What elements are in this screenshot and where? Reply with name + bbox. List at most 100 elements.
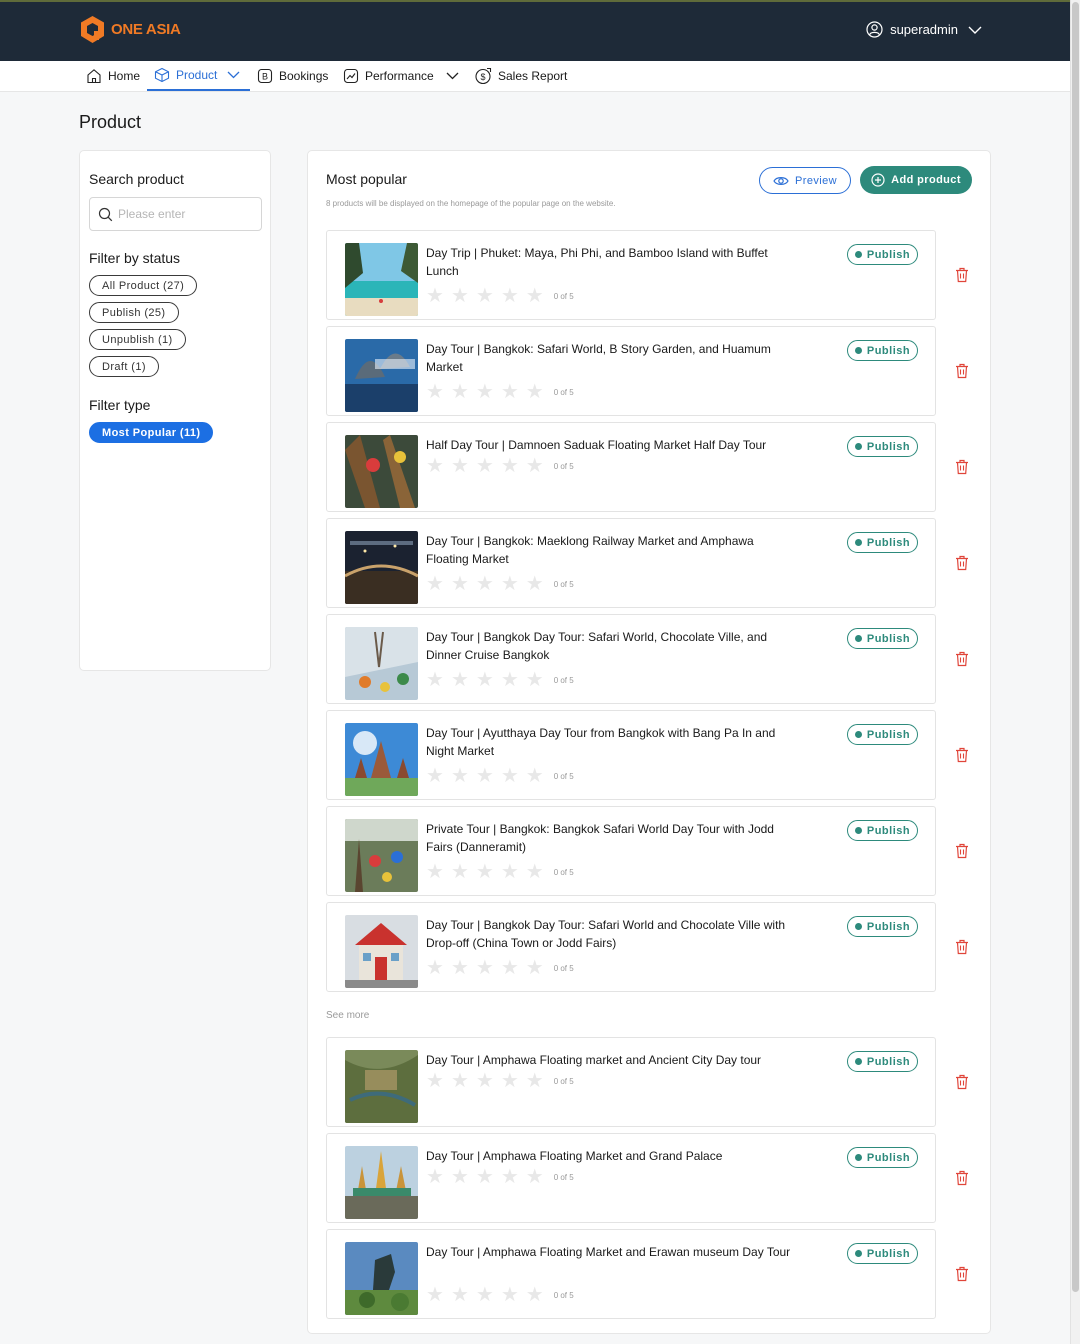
star-icon: ★ — [426, 381, 444, 403]
nav-bookings-label: Bookings — [279, 69, 329, 83]
product-rating: ★ ★ ★ ★ ★ 0 of 5 — [426, 574, 574, 594]
status-label: Publish — [866, 1055, 911, 1068]
filter-all-product[interactable]: All Product (27) — [89, 275, 198, 296]
product-card[interactable]: Day Tour | Amphawa Floating market and A… — [326, 1037, 936, 1127]
delete-icon[interactable] — [955, 363, 969, 379]
nav-home-label: Home — [108, 69, 141, 83]
star-icon: ★ — [500, 573, 519, 595]
scrollbar-thumb[interactable] — [1072, 2, 1079, 1292]
product-title[interactable]: Day Tour | Bangkok Day Tour: Safari Worl… — [426, 628, 796, 664]
box-icon — [154, 67, 170, 83]
logo-text: ONE ASIA — [111, 21, 181, 38]
product-thumbnail — [345, 723, 418, 796]
nav-product[interactable]: Product — [147, 61, 250, 91]
see-more-link[interactable]: See more — [326, 1010, 369, 1021]
delete-icon[interactable] — [955, 651, 969, 667]
rating-stars: ★ ★ ★ ★ ★ — [426, 958, 544, 978]
rating-stars: ★ ★ ★ ★ ★ — [426, 1071, 544, 1091]
rating-text: 0 of 5 — [553, 579, 574, 589]
star-icon: ★ — [525, 669, 544, 691]
filter-publish[interactable]: Publish (25) — [89, 302, 179, 323]
nav-performance-label: Performance — [365, 69, 434, 83]
status-label: Publish — [866, 728, 911, 741]
status-label: Publish — [866, 920, 911, 933]
status-badge: Publish — [847, 340, 918, 361]
product-title[interactable]: Day Tour | Bangkok: Maeklong Railway Mar… — [426, 532, 796, 568]
product-card[interactable]: Day Tour | Amphawa Floating Market and E… — [326, 1229, 936, 1319]
chart-icon — [343, 68, 359, 84]
rating-stars: ★ ★ ★ ★ ★ — [426, 286, 544, 306]
delete-icon[interactable] — [955, 1266, 969, 1282]
delete-icon[interactable] — [955, 1074, 969, 1090]
product-title[interactable]: Day Trip | Phuket: Maya, Phi Phi, and Ba… — [426, 244, 796, 280]
product-thumbnail — [345, 627, 418, 700]
rating-text: 0 of 5 — [553, 963, 574, 973]
product-card[interactable]: Private Tour | Bangkok: Bangkok Safari W… — [326, 806, 936, 896]
star-icon: ★ — [500, 765, 519, 787]
filter-unpublish[interactable]: Unpublish (1) — [89, 329, 186, 350]
bookings-icon: B — [257, 68, 273, 84]
user-menu[interactable]: superadmin — [866, 21, 982, 38]
product-card[interactable]: Day Tour | Bangkok Day Tour: Safari Worl… — [326, 614, 936, 704]
filter-most-popular[interactable]: Most Popular (11) — [89, 422, 214, 443]
product-thumbnail — [345, 1242, 418, 1315]
product-card[interactable]: Day Tour | Amphawa Floating Market and G… — [326, 1133, 936, 1223]
nav-home[interactable]: Home — [86, 61, 140, 91]
star-icon: ★ — [525, 381, 544, 403]
nav-product-label: Product — [176, 68, 218, 82]
status-label: Publish — [866, 440, 911, 453]
star-icon: ★ — [450, 669, 469, 691]
star-icon: ★ — [426, 1166, 444, 1188]
product-thumbnail — [345, 1050, 418, 1123]
preview-button[interactable]: Preview — [759, 167, 851, 194]
status-badge: Publish — [847, 436, 918, 457]
product-title[interactable]: Day Tour | Bangkok: Safari World, B Stor… — [426, 340, 796, 376]
logo[interactable]: ONE ASIA — [80, 15, 181, 44]
product-rating: ★ ★ ★ ★ ★ 0 of 5 — [426, 1167, 574, 1187]
star-icon: ★ — [525, 573, 544, 595]
status-badge: Publish — [847, 724, 918, 745]
nav-sales-report[interactable]: $ Sales Report — [474, 61, 567, 91]
product-card[interactable]: Day Trip | Phuket: Maya, Phi Phi, and Ba… — [326, 230, 936, 320]
status-dot-icon — [854, 827, 862, 834]
user-icon — [866, 21, 883, 38]
product-title[interactable]: Private Tour | Bangkok: Bangkok Safari W… — [426, 820, 796, 856]
product-card[interactable]: Day Tour | Bangkok Day Tour: Safari Worl… — [326, 902, 936, 992]
product-card[interactable]: Day Tour | Bangkok: Maeklong Railway Mar… — [326, 518, 936, 608]
rating-text: 0 of 5 — [553, 1076, 574, 1086]
product-title[interactable]: Day Tour | Amphawa Floating Market and E… — [426, 1243, 796, 1261]
star-icon: ★ — [500, 381, 519, 403]
rating-text: 0 of 5 — [553, 1290, 574, 1300]
product-title[interactable]: Day Tour | Amphawa Floating Market and G… — [426, 1147, 796, 1165]
nav-performance[interactable]: Performance — [343, 61, 459, 91]
star-icon: ★ — [525, 455, 544, 477]
section-description: 8 products will be displayed on the home… — [326, 199, 616, 208]
delete-icon[interactable] — [955, 1170, 969, 1186]
delete-icon[interactable] — [955, 267, 969, 283]
delete-icon[interactable] — [955, 747, 969, 763]
add-product-button[interactable]: Add product — [860, 166, 972, 194]
delete-icon[interactable] — [955, 939, 969, 955]
product-title[interactable]: Half Day Tour | Damnoen Saduak Floating … — [426, 436, 796, 454]
svg-text:$: $ — [480, 72, 485, 82]
product-title[interactable]: Day Tour | Amphawa Floating market and A… — [426, 1051, 796, 1069]
nav-bookings[interactable]: B Bookings — [257, 61, 328, 91]
page-scrollbar[interactable] — [1070, 0, 1080, 1344]
product-card[interactable]: Half Day Tour | Damnoen Saduak Floating … — [326, 422, 936, 512]
rating-text: 0 of 5 — [553, 387, 574, 397]
status-dot-icon — [854, 1154, 862, 1161]
status-badge: Publish — [847, 820, 918, 841]
filter-draft[interactable]: Draft (1) — [89, 356, 159, 377]
product-title[interactable]: Day Tour | Ayutthaya Day Tour from Bangk… — [426, 724, 796, 760]
product-card[interactable]: Day Tour | Ayutthaya Day Tour from Bangk… — [326, 710, 936, 800]
delete-icon[interactable] — [955, 459, 969, 475]
search-input[interactable] — [118, 207, 258, 221]
star-icon: ★ — [525, 1166, 544, 1188]
delete-icon[interactable] — [955, 843, 969, 859]
page-title: Product — [79, 112, 142, 132]
product-card[interactable]: Day Tour | Bangkok: Safari World, B Stor… — [326, 326, 936, 416]
star-icon: ★ — [525, 1070, 544, 1092]
product-title[interactable]: Day Tour | Bangkok Day Tour: Safari Worl… — [426, 916, 796, 952]
delete-icon[interactable] — [955, 555, 969, 571]
product-rating: ★ ★ ★ ★ ★ 0 of 5 — [426, 862, 574, 882]
